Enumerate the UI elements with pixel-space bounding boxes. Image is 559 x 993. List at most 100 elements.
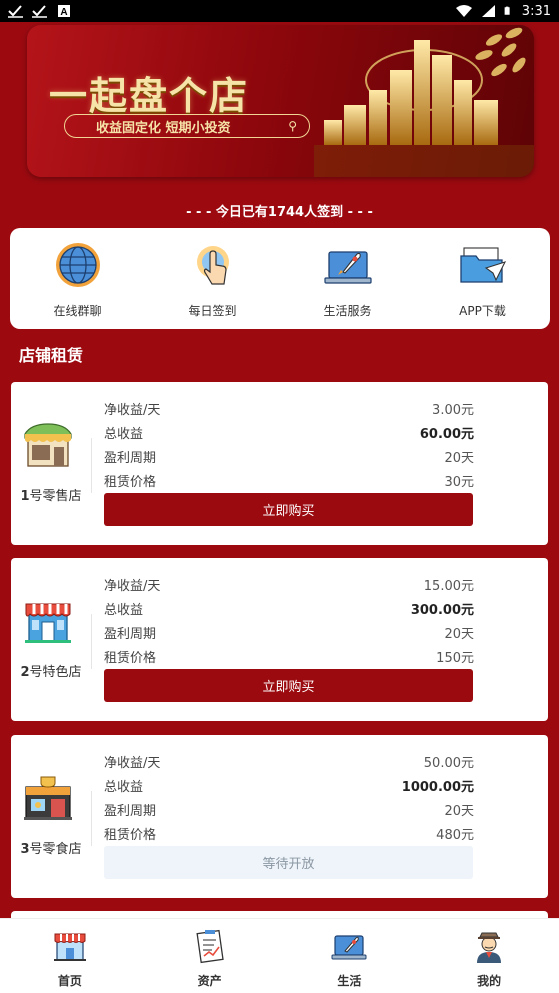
- check-notification-icon: [8, 5, 23, 18]
- shop-name: 3号零食店: [15, 838, 87, 857]
- assets-clipboard-icon: [196, 929, 224, 964]
- info-row: 盈利周期 20天: [104, 620, 474, 644]
- shop-name: 2号特色店: [15, 661, 87, 680]
- shop-name-text: 号特色店: [29, 665, 82, 680]
- shop-info: 净收益/天 50.00元 总收益 1000.00元 盈利周期 20天 租赁价格 480元: [104, 749, 474, 845]
- city-skyline-image: [314, 27, 534, 177]
- section-title: 店铺租赁: [19, 346, 84, 365]
- info-value: 150元: [436, 650, 474, 666]
- snack-store-icon: [24, 776, 72, 820]
- font-app-icon: A: [58, 5, 70, 18]
- buy-now-button[interactable]: 立即购买: [104, 669, 473, 702]
- info-row: 总收益 1000.00元: [104, 773, 474, 797]
- waiting-open-button[interactable]: 等待开放: [104, 846, 473, 879]
- buy-now-button[interactable]: 立即购买: [104, 493, 473, 526]
- signal-icon: [481, 5, 495, 17]
- divider: [91, 438, 92, 493]
- promo-banner[interactable]: 一起盘个店 收益固定化 短期小投资 ⚲: [27, 25, 534, 177]
- info-value: 15.00元: [423, 578, 474, 594]
- banner-slogan-text: 收益固定化 短期小投资: [96, 120, 231, 136]
- nav-label: 首页: [57, 974, 82, 988]
- quick-item-label: 生活服务: [323, 304, 372, 318]
- quick-item-checkin[interactable]: 每日签到: [145, 228, 280, 329]
- quick-menu: 在线群聊 每日签到 生活服务 APP下载: [10, 228, 550, 329]
- globe-icon: [55, 243, 100, 287]
- shop-card: 2号特色店 净收益/天 15.00元 总收益 300.00元 盈利周期 20天 租赁价…: [11, 558, 548, 721]
- quick-item-label: 在线群聊: [53, 304, 102, 318]
- shop-card: 1号零售店 净收益/天 3.00元 总收益 60.00元 盈利周期 20天 租赁价格 3…: [11, 382, 548, 545]
- info-label: 净收益/天: [104, 755, 161, 771]
- rocket-laptop-icon: [323, 251, 372, 284]
- info-row: 盈利周期 20天: [104, 444, 474, 468]
- specialty-store-icon: [25, 603, 71, 643]
- info-value: 1000.00元: [401, 779, 474, 795]
- divider: [91, 614, 92, 669]
- wifi-icon: [455, 5, 472, 17]
- shop-name-text: 号零售店: [29, 489, 82, 504]
- status-bar: A 3:31: [0, 0, 559, 22]
- info-row: 租赁价格 150元: [104, 644, 474, 668]
- info-label: 总收益: [104, 779, 144, 795]
- info-label: 盈利周期: [104, 450, 157, 466]
- info-row: 净收益/天 3.00元: [104, 396, 474, 420]
- banner-title: 一起盘个店: [49, 73, 250, 118]
- status-time: 3:31: [521, 3, 551, 19]
- nav-label: 资产: [197, 974, 222, 988]
- shop-name: 1号零售店: [15, 485, 87, 504]
- nav-home[interactable]: 首页: [0, 919, 140, 993]
- info-value: 20天: [444, 626, 474, 642]
- info-label: 总收益: [104, 602, 144, 618]
- nav-mine[interactable]: 我的: [419, 919, 559, 993]
- info-row: 总收益 60.00元: [104, 420, 474, 444]
- battery-icon: [504, 6, 510, 15]
- info-value: 30元: [444, 474, 474, 490]
- user-avatar-icon: [477, 932, 502, 963]
- svg-text:A: A: [60, 7, 67, 18]
- nav-assets[interactable]: 资产: [140, 919, 280, 993]
- nav-life[interactable]: 生活: [280, 919, 420, 993]
- info-label: 净收益/天: [104, 578, 161, 594]
- shop-info: 净收益/天 15.00元 总收益 300.00元 盈利周期 20天 租赁价格 150元: [104, 572, 474, 668]
- nav-label: 我的: [477, 974, 502, 988]
- nav-label: 生活: [337, 974, 362, 988]
- info-row: 租赁价格 480元: [104, 821, 474, 845]
- shop-number: 1: [20, 489, 30, 504]
- divider: [91, 791, 92, 846]
- check-notification-icon: [32, 5, 47, 18]
- search-icon: ⚲: [288, 119, 297, 133]
- info-value: 3.00元: [432, 402, 474, 418]
- shop-number: 3: [20, 842, 30, 857]
- shop-name-text: 号零食店: [29, 842, 82, 857]
- quick-item-chat[interactable]: 在线群聊: [10, 228, 145, 329]
- rocket-laptop-icon: [331, 935, 367, 960]
- hand-tap-icon: [196, 246, 229, 285]
- retail-store-icon: [24, 423, 72, 467]
- quick-item-life-service[interactable]: 生活服务: [280, 228, 415, 329]
- info-value: 20天: [444, 450, 474, 466]
- info-row: 盈利周期 20天: [104, 797, 474, 821]
- info-value: 60.00元: [419, 426, 474, 442]
- shop-number: 2: [20, 665, 30, 680]
- info-label: 租赁价格: [104, 474, 157, 490]
- quick-item-app-download[interactable]: APP下载: [415, 228, 550, 329]
- info-label: 盈利周期: [104, 803, 157, 819]
- shop-home-icon: [53, 933, 86, 961]
- info-row: 净收益/天 15.00元: [104, 572, 474, 596]
- info-label: 租赁价格: [104, 650, 157, 666]
- info-value: 300.00元: [410, 602, 474, 618]
- info-label: 总收益: [104, 426, 144, 442]
- bottom-nav: 首页 资产 生活 我的: [0, 918, 559, 993]
- info-label: 租赁价格: [104, 827, 157, 843]
- info-value: 20天: [444, 803, 474, 819]
- banner-slogan: 收益固定化 短期小投资 ⚲: [64, 114, 310, 138]
- info-row: 租赁价格 30元: [104, 468, 474, 492]
- info-label: 净收益/天: [104, 402, 161, 418]
- shop-info: 净收益/天 3.00元 总收益 60.00元 盈利周期 20天 租赁价格 30元: [104, 396, 474, 492]
- info-label: 盈利周期: [104, 626, 157, 642]
- info-value: 480元: [436, 827, 474, 843]
- signin-notice: - - - 今日已有1744人签到 - - -: [186, 205, 373, 220]
- info-row: 净收益/天 50.00元: [104, 749, 474, 773]
- shop-card: 3号零食店 净收益/天 50.00元 总收益 1000.00元 盈利周期 20天 租赁…: [11, 735, 548, 898]
- info-value: 50.00元: [423, 755, 474, 771]
- info-row: 总收益 300.00元: [104, 596, 474, 620]
